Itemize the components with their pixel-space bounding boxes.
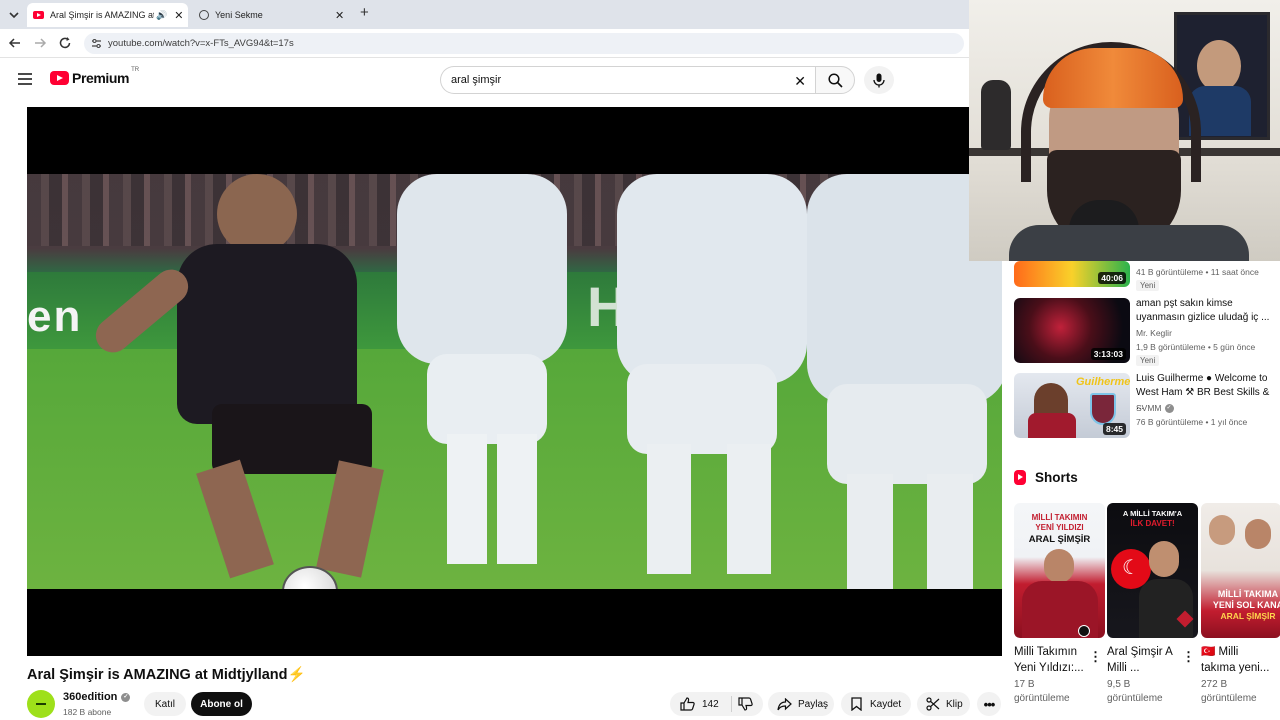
tab-close-icon[interactable]: ✕ bbox=[335, 9, 344, 22]
youtube-premium-logo[interactable]: Premium TR bbox=[50, 67, 140, 86]
youtube-favicon-icon bbox=[33, 11, 44, 19]
subscribe-button[interactable]: Abone ol bbox=[191, 692, 252, 716]
video-meta: 41 B görüntüleme • 11 saat önce bbox=[1136, 267, 1259, 277]
short-title[interactable]: Milli Takımın Yeni Yıldızı:... bbox=[1014, 644, 1084, 676]
logo-text: Premium bbox=[72, 70, 130, 86]
reload-icon[interactable] bbox=[58, 36, 72, 50]
back-arrow-icon[interactable] bbox=[8, 36, 22, 50]
browser-tab-bar: Aral Şimşir is AMAZING at ! 🔊 ✕ Yeni Sek… bbox=[0, 0, 970, 29]
related-video-thumbnail[interactable]: 3:13:03 bbox=[1014, 298, 1130, 363]
webcam-overlay bbox=[969, 0, 1280, 261]
short-views: 17 B görüntüleme bbox=[1014, 679, 1070, 704]
search-input[interactable]: aral şimşir ✕ bbox=[440, 66, 816, 94]
channel-name[interactable]: SVMM ✓ bbox=[1136, 403, 1174, 413]
video-title: Aral Şimşir is AMAZING at Midtjylland⚡ bbox=[27, 667, 306, 683]
forward-arrow-icon[interactable] bbox=[33, 36, 47, 50]
browser-toolbar: youtube.com/watch?v=x-FTs_AVG94&t=17s bbox=[0, 29, 970, 58]
globe-icon bbox=[199, 10, 209, 20]
search-button[interactable] bbox=[815, 66, 855, 94]
youtube-logo-icon bbox=[50, 71, 69, 85]
short-menu-icon[interactable]: ⋮ bbox=[1275, 649, 1280, 665]
save-button[interactable]: Kaydet bbox=[841, 692, 911, 716]
video-title[interactable]: aman pşt sakın kimse uyanmasın gizlice u… bbox=[1136, 297, 1274, 325]
video-duration: 40:06 bbox=[1098, 272, 1126, 284]
search-query: aral şimşir bbox=[451, 74, 502, 86]
verified-icon: ✓ bbox=[1164, 403, 1174, 413]
youtube-header: Premium TR aral şimşir ✕ bbox=[0, 58, 1003, 104]
hamburger-menu-icon[interactable] bbox=[18, 73, 32, 85]
video-player[interactable]: en ★ He bbox=[27, 107, 1002, 656]
like-count: 142 bbox=[702, 698, 719, 710]
voice-search-button[interactable] bbox=[864, 66, 894, 94]
url-text: youtube.com/watch?v=x-FTs_AVG94&t=17s bbox=[108, 38, 294, 49]
share-button[interactable]: Paylaş bbox=[768, 692, 834, 716]
tab-audio-icon[interactable]: 🔊 bbox=[156, 10, 167, 21]
clip-button[interactable]: Klip bbox=[917, 692, 970, 716]
related-video-thumbnail[interactable]: 40:06 bbox=[1014, 261, 1130, 287]
bookmark-icon bbox=[851, 697, 862, 711]
tab-close-icon[interactable]: ✕ bbox=[174, 9, 183, 22]
shirt bbox=[1009, 225, 1249, 261]
channel-name[interactable]: Mr. Keglir bbox=[1136, 328, 1172, 338]
horse-figurine bbox=[981, 80, 1011, 150]
short-thumbnail[interactable]: MİLLİ TAKIMA YENİ SOL KANA ARAL ŞİMŞİR bbox=[1201, 503, 1280, 638]
short-thumbnail[interactable]: MİLLİ TAKIMIN YENİ YILDIZI ARAL ŞİMŞİR bbox=[1014, 503, 1105, 638]
search-icon bbox=[827, 72, 843, 88]
related-video-thumbnail[interactable]: Guilherme 8:45 bbox=[1014, 373, 1130, 438]
channel-avatar[interactable] bbox=[27, 690, 55, 718]
player-dark-kit bbox=[217, 174, 297, 254]
logo-region: TR bbox=[131, 67, 140, 73]
new-badge: Yeni bbox=[1136, 280, 1160, 291]
video-duration: 3:13:03 bbox=[1090, 348, 1126, 360]
verified-icon: ✓ bbox=[121, 692, 131, 702]
clear-search-icon[interactable]: ✕ bbox=[794, 73, 806, 90]
thumbs-down-icon bbox=[738, 697, 753, 711]
thumbs-up-icon bbox=[680, 697, 695, 711]
video-duration: 8:45 bbox=[1102, 423, 1126, 435]
video-frame: en ★ He bbox=[27, 174, 1002, 589]
address-bar[interactable]: youtube.com/watch?v=x-FTs_AVG94&t=17s bbox=[84, 33, 964, 54]
more-horizontal-icon: ••• bbox=[983, 696, 996, 712]
join-button[interactable]: Katıl bbox=[144, 692, 186, 716]
short-views: 272 B görüntüleme bbox=[1201, 679, 1257, 704]
share-arrow-icon bbox=[777, 697, 792, 711]
short-title[interactable]: 🇹🇷 Milli takıma yeni... bbox=[1201, 644, 1269, 676]
video-meta: 76 B görüntüleme • 1 yıl önce bbox=[1136, 417, 1248, 427]
west-ham-crest-icon bbox=[1090, 393, 1116, 425]
short-menu-icon[interactable]: ⋮ bbox=[1182, 649, 1195, 665]
player-white-kit bbox=[397, 174, 567, 364]
short-menu-icon[interactable]: ⋮ bbox=[1089, 649, 1102, 665]
new-badge: Yeni bbox=[1136, 355, 1160, 366]
new-tab-plus-icon[interactable]: + bbox=[360, 4, 369, 21]
more-actions-button[interactable]: ••• bbox=[977, 692, 1001, 716]
tab-new-tab[interactable]: Yeni Sekme ✕ bbox=[194, 3, 354, 27]
dislike-button[interactable] bbox=[732, 697, 753, 711]
scissors-icon bbox=[926, 697, 940, 711]
short-thumbnail[interactable]: A MİLLİ TAKIM'A İLK DAVET! ☾ bbox=[1107, 503, 1198, 638]
video-meta: 1,9 B görüntüleme • 5 gün önce bbox=[1136, 342, 1256, 352]
shorts-heading: Shorts bbox=[1014, 470, 1078, 485]
tab-active-video[interactable]: Aral Şimşir is AMAZING at ! 🔊 ✕ bbox=[27, 3, 188, 27]
tab-title: Yeni Sekme bbox=[215, 10, 263, 20]
short-views: 9,5 B görüntüleme bbox=[1107, 679, 1163, 704]
microphone-icon bbox=[873, 73, 885, 88]
shorts-logo-icon bbox=[1014, 470, 1026, 485]
related-sidebar: 40:06 41 B görüntüleme • 11 saat önce Ye… bbox=[1003, 261, 1280, 720]
club-crest-icon bbox=[1078, 625, 1090, 637]
orange-bandana bbox=[1043, 48, 1183, 108]
subscriber-count: 182 B abone bbox=[63, 707, 112, 717]
channel-name[interactable]: 360edition ✓ bbox=[63, 691, 131, 703]
like-button[interactable]: 142 bbox=[670, 696, 732, 712]
short-title[interactable]: Aral Şimşir A Milli ... bbox=[1107, 644, 1173, 676]
player-white-kit bbox=[617, 174, 807, 384]
like-dislike-group: 142 bbox=[670, 692, 763, 716]
site-info-icon[interactable] bbox=[91, 38, 102, 49]
tab-list-chevron-icon[interactable] bbox=[6, 7, 22, 23]
tab-title: Aral Şimşir is AMAZING at ! bbox=[50, 10, 154, 20]
thumbnail-caption: Guilherme bbox=[1076, 376, 1130, 388]
